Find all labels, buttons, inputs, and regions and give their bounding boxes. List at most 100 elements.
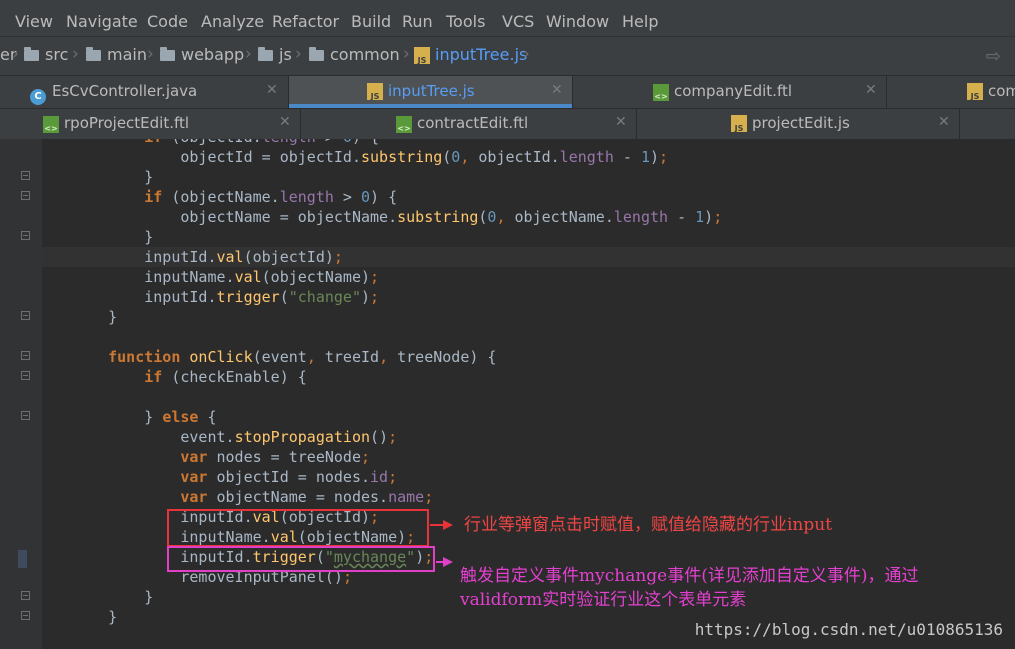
tab-label: companyEdit.ftl <box>674 82 793 100</box>
js-file-icon: JS <box>967 83 983 101</box>
menu-tools[interactable]: Tools <box>446 12 485 31</box>
menu-navigate[interactable]: Navigate <box>66 12 138 31</box>
breadcrumb-item-webapp[interactable]: webapp <box>160 45 244 64</box>
tab-com[interactable]: JS com <box>887 76 1015 108</box>
breadcrumb-item-main[interactable]: main <box>86 45 147 64</box>
menu-run[interactable]: Run <box>402 12 433 31</box>
breadcrumb-separator: › <box>12 44 19 64</box>
active-tab-indicator <box>289 104 572 108</box>
annotation-arrow <box>430 524 444 526</box>
fold-marker-icon[interactable] <box>21 611 30 620</box>
breadcrumb-file[interactable]: JS inputTree.js <box>414 45 527 65</box>
tab-companyedit[interactable]: <> companyEdit.ftl ✕ <box>573 76 886 108</box>
close-icon[interactable]: ✕ <box>865 82 877 98</box>
tab-escvcontroller[interactable]: C EsCvController.java ✕ <box>0 76 288 108</box>
menu-help[interactable]: Help <box>622 12 658 31</box>
tab-label: contractEdit.ftl <box>417 114 529 132</box>
annotation-magenta-line1: 触发自定义事件mychange事件(详见添加自定义事件)，通过 <box>460 566 919 586</box>
fold-marker-icon[interactable] <box>21 311 30 320</box>
tab-label: rpoProjectEdit.ftl <box>64 114 190 132</box>
code-line[interactable]: event.stopPropagation(); <box>72 427 397 447</box>
tab-inputtree[interactable]: JS inputTree.js ✕ <box>289 76 572 108</box>
menu-bar: View Navigate Code Analyze Refactor Buil… <box>0 7 1015 37</box>
menu-build[interactable]: Build <box>351 12 391 31</box>
watermark: https://blog.csdn.net/u010865136 <box>694 620 1003 639</box>
code-line[interactable]: inputName.val(objectName); <box>72 267 379 287</box>
code-line[interactable]: } <box>72 587 153 607</box>
ftl-file-icon: <> <box>43 116 59 133</box>
breadcrumb-separator: › <box>147 44 154 64</box>
java-class-icon: C <box>30 89 46 105</box>
code-line[interactable]: var nodes = treeNode; <box>72 447 370 467</box>
tab-contractedit[interactable]: <> contractEdit.ftl ✕ <box>301 109 636 139</box>
js-file-icon: JS <box>414 47 430 65</box>
close-icon[interactable]: ✕ <box>938 114 950 130</box>
code-line[interactable]: var objectName = nodes.name; <box>72 487 433 507</box>
tab-label: projectEdit.js <box>752 114 850 132</box>
code-line[interactable]: if (objectId.length > 0) { <box>72 139 379 147</box>
ftl-file-icon: <> <box>653 84 669 101</box>
tab-projectedit[interactable]: JS projectEdit.js ✕ <box>637 109 959 139</box>
code-line[interactable]: } else { <box>72 407 216 427</box>
menu-refactor[interactable]: Refactor <box>272 12 339 31</box>
menu-code[interactable]: Code <box>147 12 188 31</box>
code-line[interactable]: inputId.trigger("change"); <box>72 287 379 307</box>
highlight-box-red <box>167 509 429 547</box>
navigate-forward-icon[interactable]: ⇨ <box>986 46 1001 67</box>
breadcrumb-item-js[interactable]: js <box>258 45 292 64</box>
folder-icon <box>86 47 101 61</box>
folder-icon <box>258 47 273 61</box>
menu-analyze[interactable]: Analyze <box>201 12 264 31</box>
code-editor[interactable]: if (objectId.length > 0) { objectId = ob… <box>0 139 1015 649</box>
tab-rpoprojectedit[interactable]: <> rpoProjectEdit.ftl ✕ <box>0 109 300 139</box>
code-line[interactable]: if (objectName.length > 0) { <box>72 187 397 207</box>
js-file-icon: JS <box>367 83 383 101</box>
breadcrumb-item-common[interactable]: common <box>309 45 400 64</box>
fold-marker-icon[interactable] <box>21 351 30 360</box>
tab-label: inputTree.js <box>388 82 475 100</box>
fold-marker-icon[interactable] <box>21 411 30 420</box>
close-icon[interactable]: ✕ <box>615 114 627 130</box>
code-line[interactable]: } <box>72 227 153 247</box>
arrow-head-icon <box>443 557 453 567</box>
editor-tabs-row-2: <> rpoProjectEdit.ftl ✕ <> contractEdit.ft… <box>0 109 1015 139</box>
breadcrumb-separator: › <box>245 44 252 64</box>
fold-marker-icon[interactable] <box>21 371 30 380</box>
code-line[interactable]: } <box>72 307 117 327</box>
change-marker <box>18 550 27 568</box>
folder-icon <box>160 47 175 61</box>
code-line[interactable]: inputId.val(objectId); <box>72 247 343 267</box>
menu-vcs[interactable]: VCS <box>502 12 534 31</box>
ftl-file-icon: <> <box>396 116 412 133</box>
close-icon[interactable]: ✕ <box>551 82 563 98</box>
code-line[interactable]: objectId = objectId.substring(0, objectI… <box>72 147 668 167</box>
code-line[interactable]: if (checkEnable) { <box>72 367 307 387</box>
breadcrumb-separator: › <box>403 44 410 64</box>
code-line[interactable]: var objectId = nodes.id; <box>72 467 397 487</box>
window-title-strip <box>0 0 1015 7</box>
breadcrumb-separator: › <box>523 44 530 64</box>
folder-icon <box>24 47 39 61</box>
arrow-head-icon <box>443 520 453 530</box>
annotation-magenta-line2: validform实时验证行业这个表单元素 <box>460 590 747 610</box>
code-line[interactable]: objectName = objectName.substring(0, obj… <box>72 207 722 227</box>
fold-marker-icon[interactable] <box>21 171 30 180</box>
js-file-icon: JS <box>731 115 747 133</box>
close-icon[interactable]: ✕ <box>279 114 291 130</box>
menu-view[interactable]: View <box>15 12 53 31</box>
fold-marker-icon[interactable] <box>21 191 30 200</box>
tab-label: EsCvController.java <box>52 82 198 100</box>
code-line[interactable]: } <box>72 167 153 187</box>
code-line[interactable]: } <box>72 607 117 627</box>
breadcrumb-separator: › <box>72 44 79 64</box>
close-icon[interactable]: ✕ <box>266 82 278 98</box>
code-line[interactable]: function onClick(event, treeId, treeNode… <box>72 347 496 367</box>
fold-marker-icon[interactable] <box>21 591 30 600</box>
folder-icon <box>309 47 324 61</box>
breadcrumb-item-src[interactable]: src <box>24 45 68 64</box>
fold-marker-icon[interactable] <box>21 231 30 240</box>
editor-tabs-row-1: C EsCvController.java ✕ JS inputTree.js ✕ … <box>0 76 1015 108</box>
breadcrumb: er › src › main › webapp › js › common ›… <box>0 37 1015 76</box>
highlight-box-magenta <box>167 546 435 572</box>
menu-window[interactable]: Window <box>546 12 609 31</box>
